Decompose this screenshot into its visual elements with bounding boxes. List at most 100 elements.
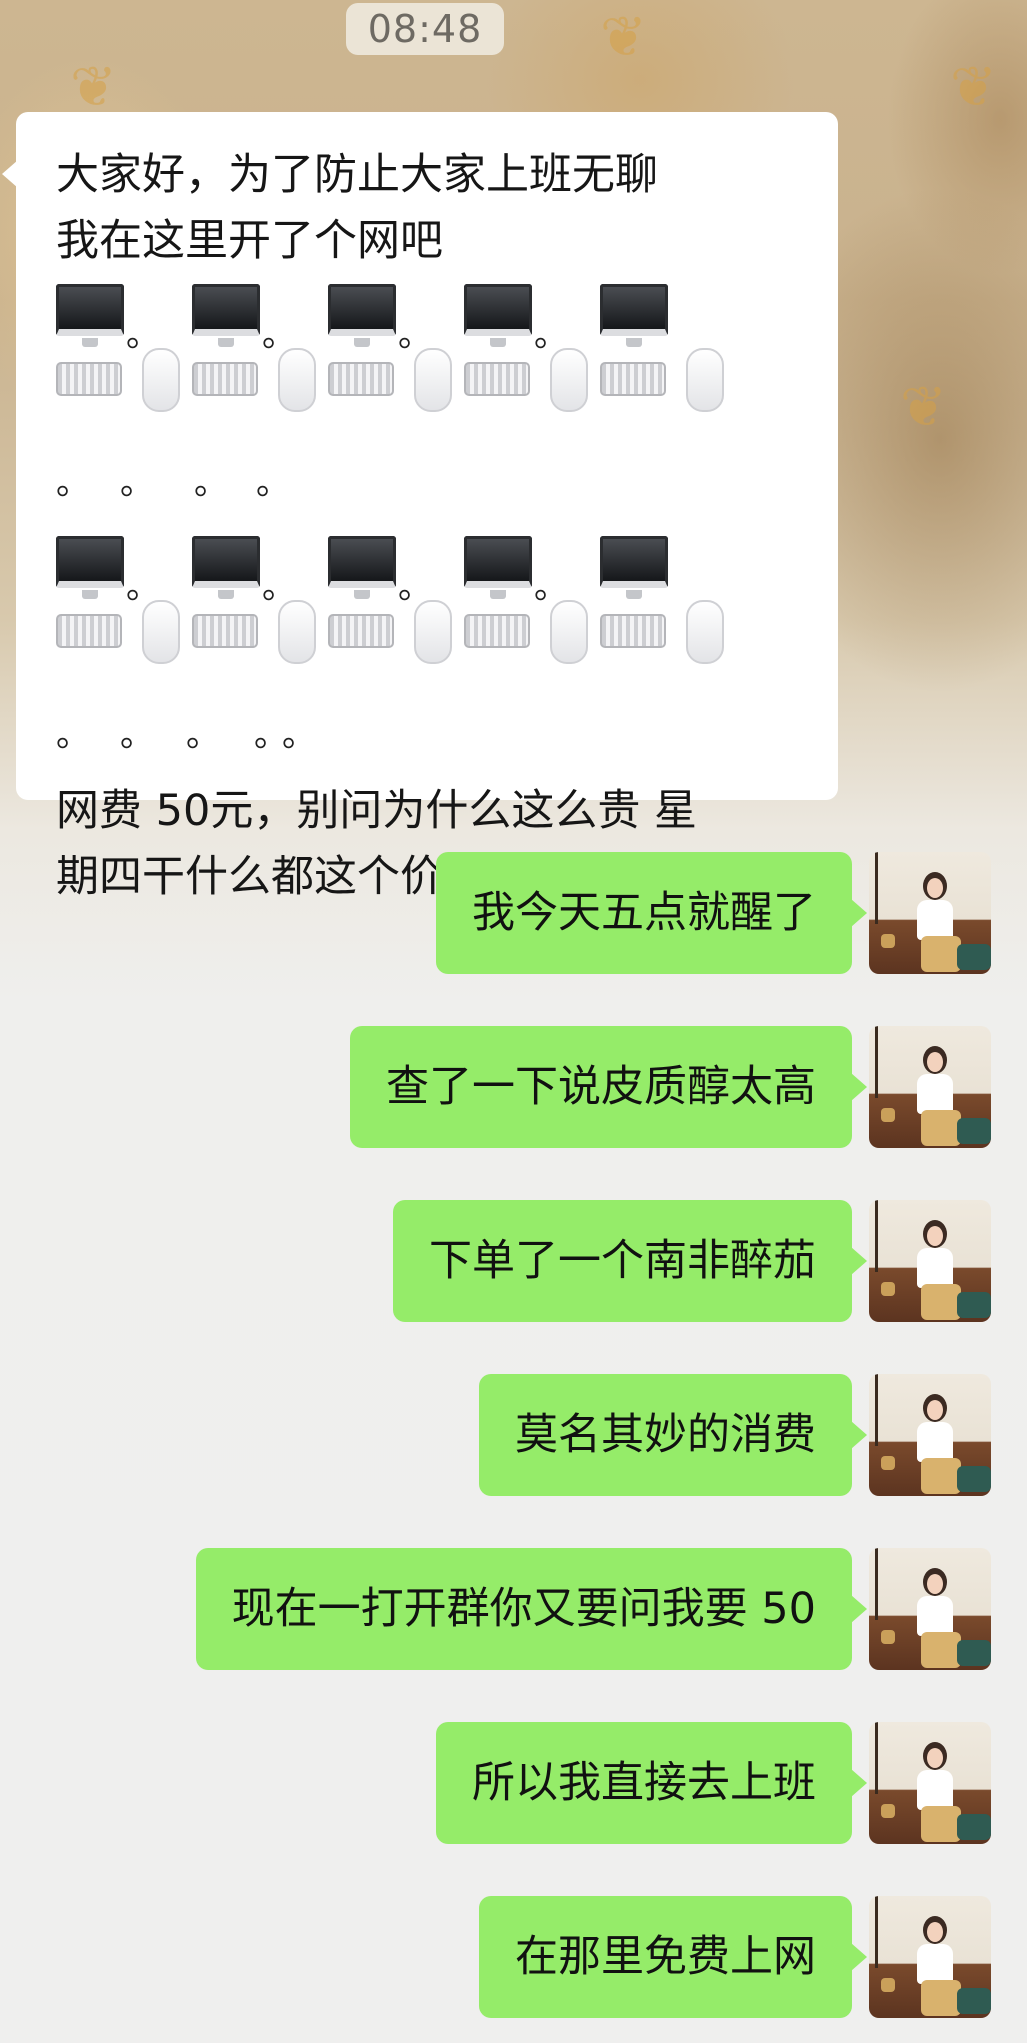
- incoming-message-bubble[interactable]: 大家好，为了防止大家上班无聊 我在这里开了个网吧 。 。 。 。 。 。 。 。…: [2, 112, 838, 902]
- message-text: 下单了一个南非醉茄: [429, 1236, 816, 1286]
- avatar[interactable]: [869, 1026, 991, 1148]
- keyboard-icon: [328, 362, 394, 396]
- dot-mark: 。: [126, 567, 160, 607]
- computer-stand: [354, 590, 370, 599]
- computer-icon: [600, 284, 668, 336]
- avatar-detail: [927, 1922, 943, 1942]
- outgoing-message-bubble[interactable]: 现在一打开群你又要问我要 50: [195, 1548, 867, 1670]
- avatar-detail: [921, 1980, 961, 2016]
- avatar-detail: [881, 1456, 895, 1470]
- avatar[interactable]: [869, 1374, 991, 1496]
- device-emoji-row: 。 。 。 。: [56, 280, 808, 466]
- avatar-detail: [881, 1978, 895, 1992]
- avatar-detail: [875, 1548, 878, 1620]
- computer-set: 。: [56, 280, 194, 412]
- avatar-detail: [881, 1108, 895, 1122]
- keyboard-icon: [600, 614, 666, 648]
- mouse-icon: [278, 600, 316, 664]
- computer-icon: [464, 536, 532, 588]
- outgoing-message-bubble[interactable]: 莫名其妙的消费: [479, 1374, 867, 1496]
- mouse-icon: [550, 348, 588, 412]
- avatar-detail: [881, 1630, 895, 1644]
- avatar-detail: [875, 1026, 878, 1098]
- mouse-icon: [278, 348, 316, 412]
- avatar-detail: [927, 1748, 943, 1768]
- avatar-detail: [921, 1284, 961, 1320]
- avatar-detail: [917, 900, 953, 940]
- avatar-detail: [927, 1226, 943, 1246]
- avatar-detail: [917, 1422, 953, 1462]
- dot-mark: 。: [534, 315, 568, 355]
- computer-set: 。: [328, 280, 466, 412]
- computer-set: 。: [192, 532, 330, 664]
- dot-mark: 。: [398, 567, 432, 607]
- avatar-detail: [881, 1282, 895, 1296]
- computer-stand: [490, 590, 506, 599]
- computer-icon: [328, 284, 396, 336]
- avatar-detail: [921, 936, 961, 972]
- bubble-tail: [851, 1769, 867, 1797]
- avatar[interactable]: [869, 1200, 991, 1322]
- dot-mark: 。: [262, 567, 296, 607]
- avatar-detail: [917, 1248, 953, 1288]
- avatar-detail: [917, 1074, 953, 1114]
- avatar-detail: [957, 1814, 991, 1840]
- avatar-detail: [957, 1118, 991, 1144]
- avatar-detail: [957, 1292, 991, 1318]
- butterfly-decoration-icon: ❦: [950, 55, 997, 120]
- mouse-icon: [414, 348, 452, 412]
- message-text-line: 大家好，为了防止大家上班无聊: [56, 150, 658, 200]
- device-emoji-row: 。 。 。 。: [56, 532, 808, 718]
- avatar-detail: [957, 944, 991, 970]
- avatar[interactable]: [869, 1896, 991, 2018]
- avatar[interactable]: [869, 1548, 991, 1670]
- avatar-detail: [875, 1896, 878, 1968]
- avatar-detail: [875, 1200, 878, 1272]
- computer-set: 。: [56, 532, 194, 664]
- computer-stand: [218, 590, 234, 599]
- avatar[interactable]: [869, 852, 991, 974]
- computer-set: 。: [192, 280, 330, 412]
- message-text: 查了一下说皮质醇太高: [386, 1062, 816, 1112]
- dot-mark: 。: [256, 463, 290, 503]
- message-text: 在那里免费上网: [515, 1932, 816, 1982]
- avatar-detail: [957, 1466, 991, 1492]
- computer-set: [600, 532, 738, 664]
- outgoing-message-bubble[interactable]: 所以我直接去上班: [436, 1722, 867, 1844]
- outgoing-message-bubble[interactable]: 我今天五点就醒了: [436, 852, 867, 974]
- computer-set: 。: [328, 532, 466, 664]
- butterfly-decoration-icon: ❦: [600, 5, 647, 70]
- outgoing-message-bubble[interactable]: 在那里免费上网: [479, 1896, 867, 2018]
- computer-icon: [56, 284, 124, 336]
- outgoing-message-bubble[interactable]: 下单了一个南非醉茄: [393, 1200, 867, 1322]
- computer-icon: [192, 284, 260, 336]
- avatar-detail: [875, 1722, 878, 1794]
- computer-icon: [600, 536, 668, 588]
- computer-icon: [464, 284, 532, 336]
- computer-icon: [192, 536, 260, 588]
- mouse-icon: [550, 600, 588, 664]
- avatar-detail: [881, 1804, 895, 1818]
- avatar-detail: [957, 1988, 991, 2014]
- butterfly-decoration-icon: ❦: [900, 375, 947, 440]
- computer-icon: [328, 536, 396, 588]
- avatar-detail: [917, 1596, 953, 1636]
- avatar-detail: [881, 934, 895, 948]
- avatar-detail: [927, 1052, 943, 1072]
- dot-mark: 。: [398, 315, 432, 355]
- avatar[interactable]: [869, 1722, 991, 1844]
- keyboard-icon: [56, 362, 122, 396]
- keyboard-icon: [464, 614, 530, 648]
- avatar-detail: [875, 1374, 878, 1446]
- bubble-tail: [851, 1073, 867, 1101]
- computer-set: 。: [464, 532, 602, 664]
- computer-set: 。: [464, 280, 602, 412]
- dot-row: 。 。 。 。 。: [56, 718, 808, 778]
- outgoing-message-bubble[interactable]: 查了一下说皮质醇太高: [350, 1026, 867, 1148]
- mouse-icon: [686, 600, 724, 664]
- avatar-detail: [927, 1400, 943, 1420]
- dot-mark: 。: [126, 315, 160, 355]
- bubble-tail: [851, 1247, 867, 1275]
- avatar-detail: [921, 1632, 961, 1668]
- dot-mark: 。: [56, 463, 90, 503]
